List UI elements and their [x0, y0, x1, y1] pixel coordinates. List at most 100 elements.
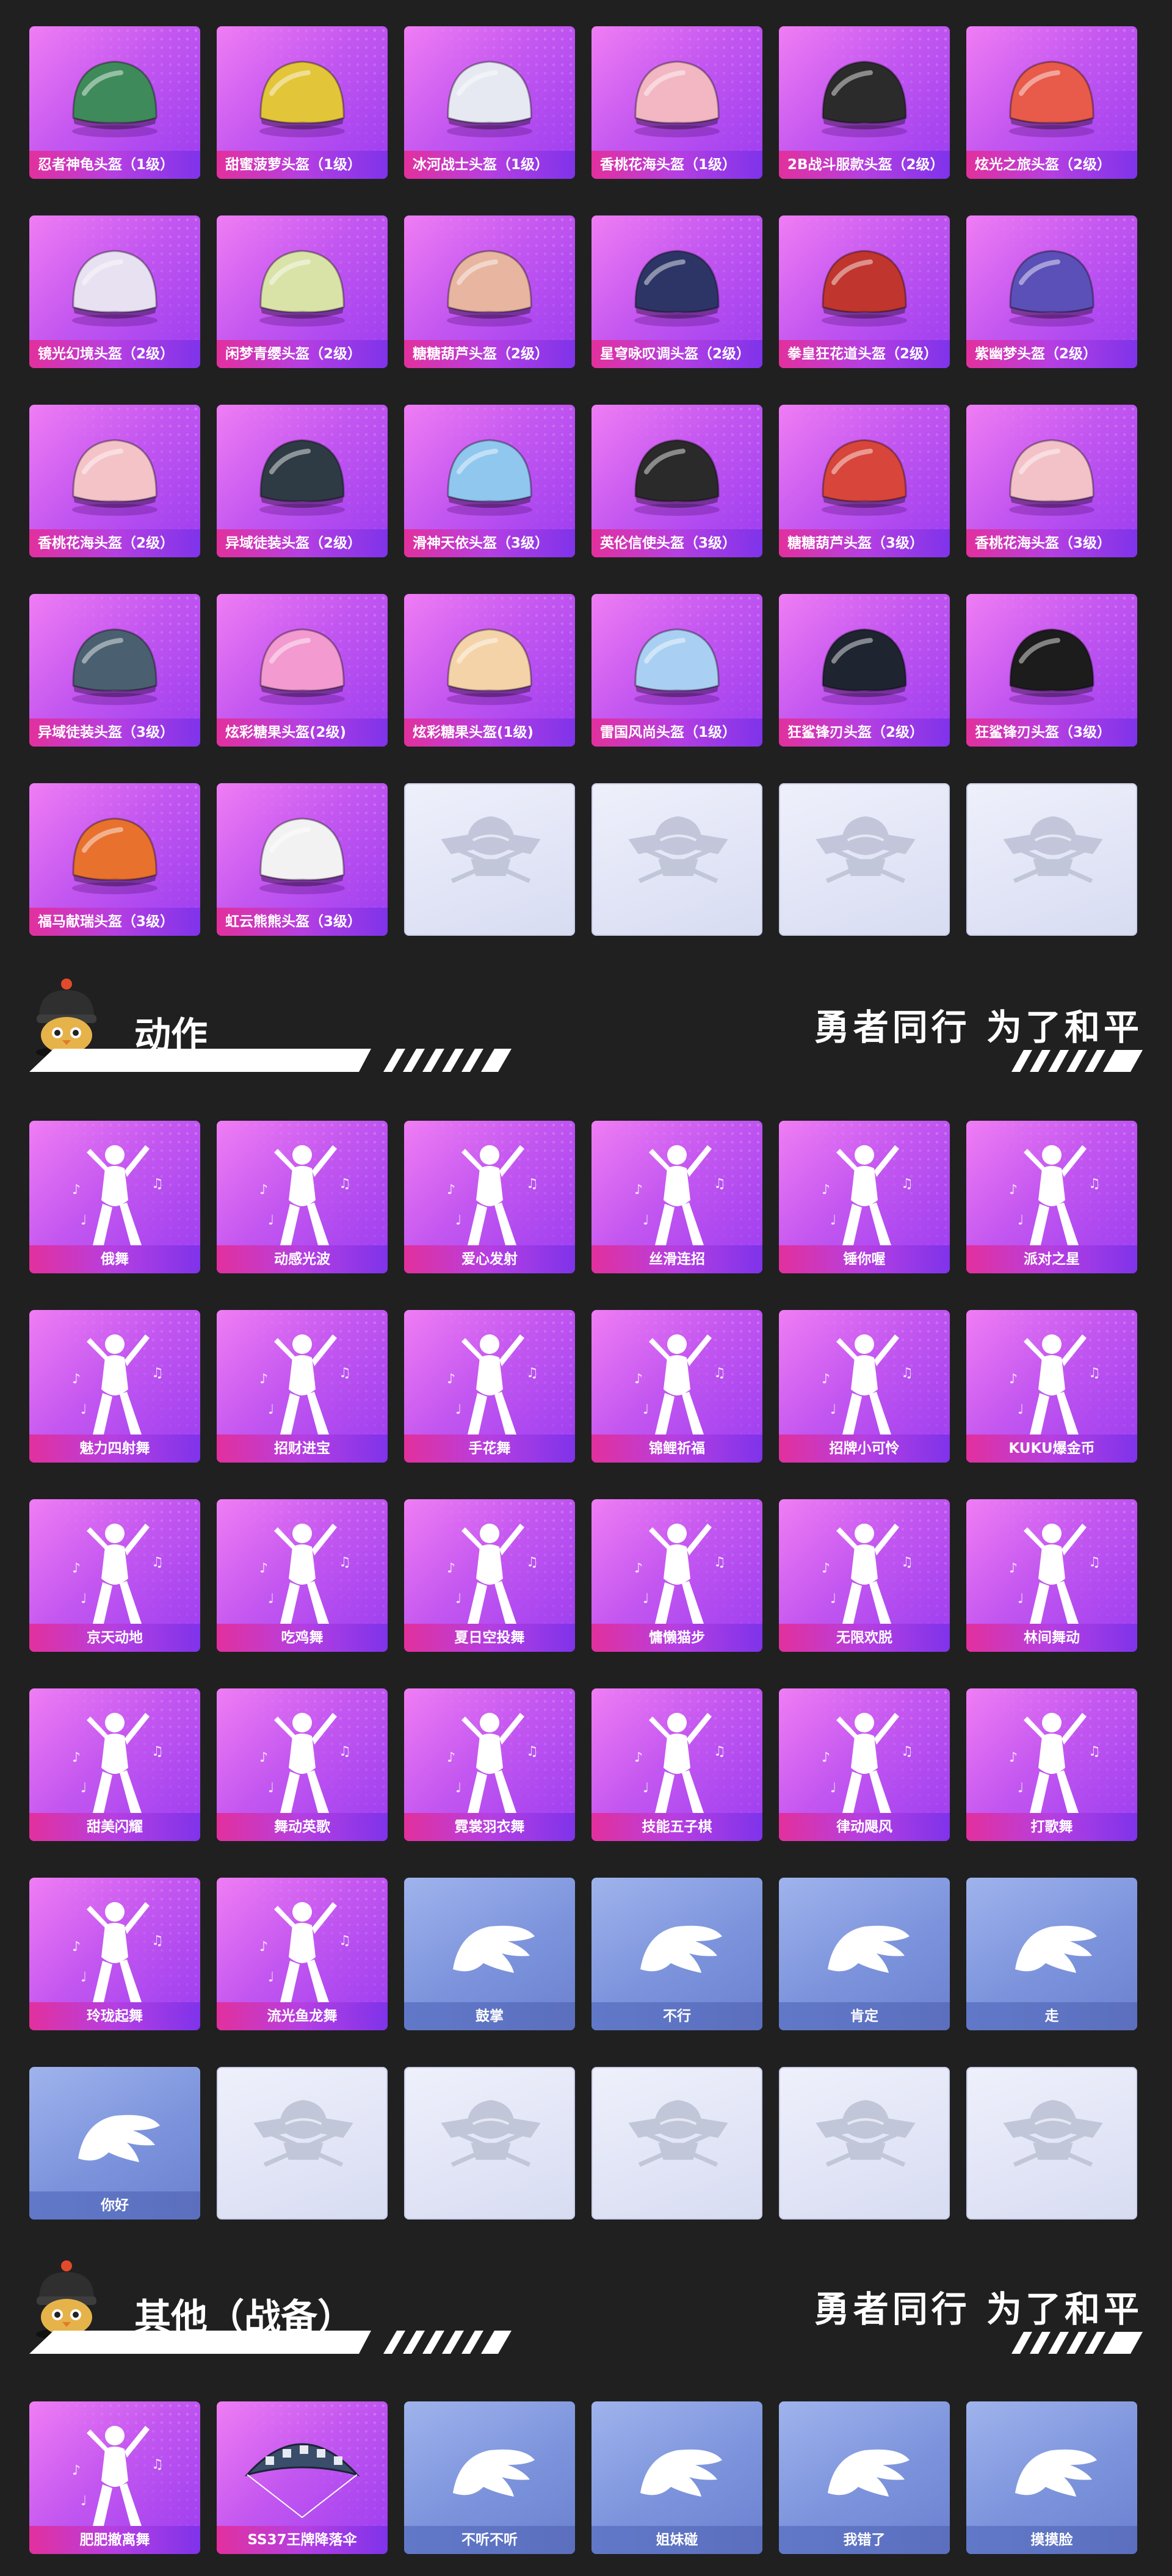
- item-label: 异域徒装头盔（2级）: [217, 529, 388, 557]
- helmet-card[interactable]: 糖糖葫芦头盔（2级）: [404, 215, 575, 368]
- item-label: 京天动地: [29, 1624, 200, 1652]
- helmet-card[interactable]: 星穹咏叹调头盔（2级）: [591, 215, 762, 368]
- item-label: 糖糖葫芦头盔（3级）: [779, 529, 950, 557]
- emote-card[interactable]: ♪ ♫ ♩ 派对之星: [966, 1121, 1137, 1273]
- emote-card[interactable]: ♪ ♫ ♩ 甜美闪耀: [29, 1688, 200, 1841]
- svg-text:♪: ♪: [634, 1750, 643, 1765]
- helmet-card[interactable]: 香桃花海头盔（1级）: [591, 26, 762, 179]
- emote-card[interactable]: ♪ ♫ ♩ 舞动英歌: [217, 1688, 388, 1841]
- item-label: 狂鲨锋刃头盔（3级）: [966, 718, 1137, 747]
- emote-card[interactable]: ♪ ♫ ♩ 锤你喔: [779, 1121, 950, 1273]
- emote-card[interactable]: ♪ ♫ ♩ 打歌舞: [966, 1688, 1137, 1841]
- helmet-card[interactable]: 滑神天依头盔（3级）: [404, 405, 575, 557]
- item-label: SS37王牌降落伞: [217, 2526, 388, 2554]
- item-label: 雷国风尚头盔（1级）: [591, 718, 762, 747]
- emote-card[interactable]: ♪ ♫ ♩ 林间舞动: [966, 1499, 1137, 1652]
- emote-card[interactable]: ♪ ♫ ♩ 夏日空投舞: [404, 1499, 575, 1652]
- helmet-card[interactable]: 英伦信使头盔（3级）: [591, 405, 762, 557]
- helmet-card[interactable]: 冰河战士头盔（1级）: [404, 26, 575, 179]
- emote-card[interactable]: ♪ ♫ ♩ 玲珑起舞: [29, 1878, 200, 2030]
- emote-card[interactable]: 你好: [29, 2067, 200, 2220]
- helmet-card[interactable]: 甜蜜菠萝头盔（1级）: [217, 26, 388, 179]
- helmet-card[interactable]: 异域徒装头盔（3级）: [29, 594, 200, 747]
- emote-card[interactable]: ♪ ♫ ♩ 慵懒猫步: [591, 1499, 762, 1652]
- svg-text:♫: ♫: [339, 1366, 351, 1381]
- helmet-card[interactable]: 炫光之旅头盔（2级）: [966, 26, 1137, 179]
- helmet-card[interactable]: 香桃花海头盔（3级）: [966, 405, 1137, 557]
- item-label: 律动飓风: [779, 1813, 950, 1841]
- helmet-card[interactable]: 异域徒装头盔（2级）: [217, 405, 388, 557]
- helmet-card[interactable]: 雷国风尚头盔（1级）: [591, 594, 762, 747]
- svg-text:♪: ♪: [72, 1939, 81, 1955]
- svg-text:♩: ♩: [830, 1781, 836, 1796]
- item-card[interactable]: SS37王牌降落伞: [217, 2401, 388, 2554]
- svg-text:♩: ♩: [81, 1970, 87, 1985]
- header-stripe: [29, 1049, 512, 1072]
- emote-card[interactable]: 肯定: [779, 1878, 950, 2030]
- emote-card[interactable]: ♪ ♫ ♩ 招财进宝: [217, 1310, 388, 1463]
- item-label: 香桃花海头盔（3级）: [966, 529, 1137, 557]
- svg-text:♩: ♩: [81, 1213, 87, 1228]
- item-card[interactable]: 姐妹碰: [591, 2401, 762, 2554]
- emote-card[interactable]: ♪ ♫ ♩ 霓裳羽衣舞: [404, 1688, 575, 1841]
- emote-card[interactable]: ♪ ♫ ♩ 京天动地: [29, 1499, 200, 1652]
- emote-card[interactable]: ♪ ♫ ♩ 魅力四射舞: [29, 1310, 200, 1463]
- svg-text:♫: ♫: [714, 1176, 726, 1192]
- helmet-card[interactable]: 闲梦青缨头盔（2级）: [217, 215, 388, 368]
- svg-text:♩: ♩: [830, 1402, 836, 1417]
- emote-card[interactable]: ♪ ♫ ♩ 锦鲤祈福: [591, 1310, 762, 1463]
- item-label: 2B战斗服款头盔（2级）: [779, 151, 950, 179]
- helmet-card[interactable]: 拳皇狂花道头盔（2级）: [779, 215, 950, 368]
- helmet-card[interactable]: 忍者神龟头盔（1级）: [29, 26, 200, 179]
- helmet-card[interactable]: 虹云熊熊头盔（3级）: [217, 783, 388, 936]
- svg-text:♩: ♩: [268, 1402, 274, 1417]
- svg-text:♫: ♫: [901, 1555, 913, 1570]
- svg-text:♩: ♩: [268, 1781, 274, 1796]
- helmet-card[interactable]: 香桃花海头盔（2级）: [29, 405, 200, 557]
- emote-card[interactable]: ♪ ♫ ♩ KUKU爆金币: [966, 1310, 1137, 1463]
- emote-card[interactable]: ♪ ♫ ♩ 动感光波: [217, 1121, 388, 1273]
- svg-text:♫: ♫: [339, 1555, 351, 1570]
- emote-card[interactable]: ♪ ♫ ♩ 无限欢脱: [779, 1499, 950, 1652]
- emote-card[interactable]: 鼓掌: [404, 1878, 575, 2030]
- item-label: KUKU爆金币: [966, 1435, 1137, 1463]
- helmet-card[interactable]: 炫彩糖果头盔(2级): [217, 594, 388, 747]
- helmet-card[interactable]: 糖糖葫芦头盔（3级）: [779, 405, 950, 557]
- emote-card[interactable]: ♪ ♫ ♩ 爱心发射: [404, 1121, 575, 1273]
- helmet-card[interactable]: 2B战斗服款头盔（2级）: [779, 26, 950, 179]
- emote-card[interactable]: ♪ ♫ ♩ 手花舞: [404, 1310, 575, 1463]
- helmet-card[interactable]: 镜光幻境头盔（2级）: [29, 215, 200, 368]
- item-label: 技能五子棋: [591, 1813, 762, 1841]
- emote-card[interactable]: ♪ ♫ ♩ 吃鸡舞: [217, 1499, 388, 1652]
- emote-card[interactable]: ♪ ♫ ♩ 丝滑连招: [591, 1121, 762, 1273]
- item-label: 走: [966, 2002, 1137, 2030]
- emote-card[interactable]: 不行: [591, 1878, 762, 2030]
- item-card[interactable]: 摸摸脸: [966, 2401, 1137, 2554]
- helmet-card[interactable]: 炫彩糖果头盔(1级): [404, 594, 575, 747]
- svg-text:♫: ♫: [1088, 1744, 1101, 1759]
- svg-text:♫: ♫: [526, 1366, 538, 1381]
- slogan: 勇者同行 为了和平: [814, 2288, 1143, 2330]
- emote-card[interactable]: ♪ ♫ ♩ 招牌小可怜: [779, 1310, 950, 1463]
- helmet-card[interactable]: 紫幽梦头盔（2级）: [966, 215, 1137, 368]
- item-card[interactable]: ♪ ♫ ♩ 肥肥撤离舞: [29, 2401, 200, 2554]
- item-label: 霓裳羽衣舞: [404, 1813, 575, 1841]
- svg-text:♩: ♩: [81, 2494, 87, 2509]
- emote-card[interactable]: ♪ ♫ ♩ 俄舞: [29, 1121, 200, 1273]
- item-label: 玲珑起舞: [29, 2002, 200, 2030]
- svg-text:♪: ♪: [447, 1372, 455, 1387]
- emote-card[interactable]: ♪ ♫ ♩ 律动飓风: [779, 1688, 950, 1841]
- emote-card[interactable]: ♪ ♫ ♩ 流光鱼龙舞: [217, 1878, 388, 2030]
- emote-card[interactable]: ♪ ♫ ♩ 技能五子棋: [591, 1688, 762, 1841]
- helmet-card[interactable]: 狂鲨锋刃头盔（2级）: [779, 594, 950, 747]
- item-card[interactable]: 我错了: [779, 2401, 950, 2554]
- helmet-card[interactable]: 狂鲨锋刃头盔（3级）: [966, 594, 1137, 747]
- emote-card[interactable]: 走: [966, 1878, 1137, 2030]
- svg-text:♩: ♩: [1018, 1781, 1024, 1796]
- svg-text:♪: ♪: [447, 1561, 455, 1576]
- item-card[interactable]: 不听不听: [404, 2401, 575, 2554]
- helmet-card[interactable]: 福马献瑞头盔（3级）: [29, 783, 200, 936]
- svg-text:♪: ♪: [72, 1182, 81, 1198]
- svg-text:♪: ♪: [72, 1372, 81, 1387]
- svg-text:♪: ♪: [1009, 1372, 1018, 1387]
